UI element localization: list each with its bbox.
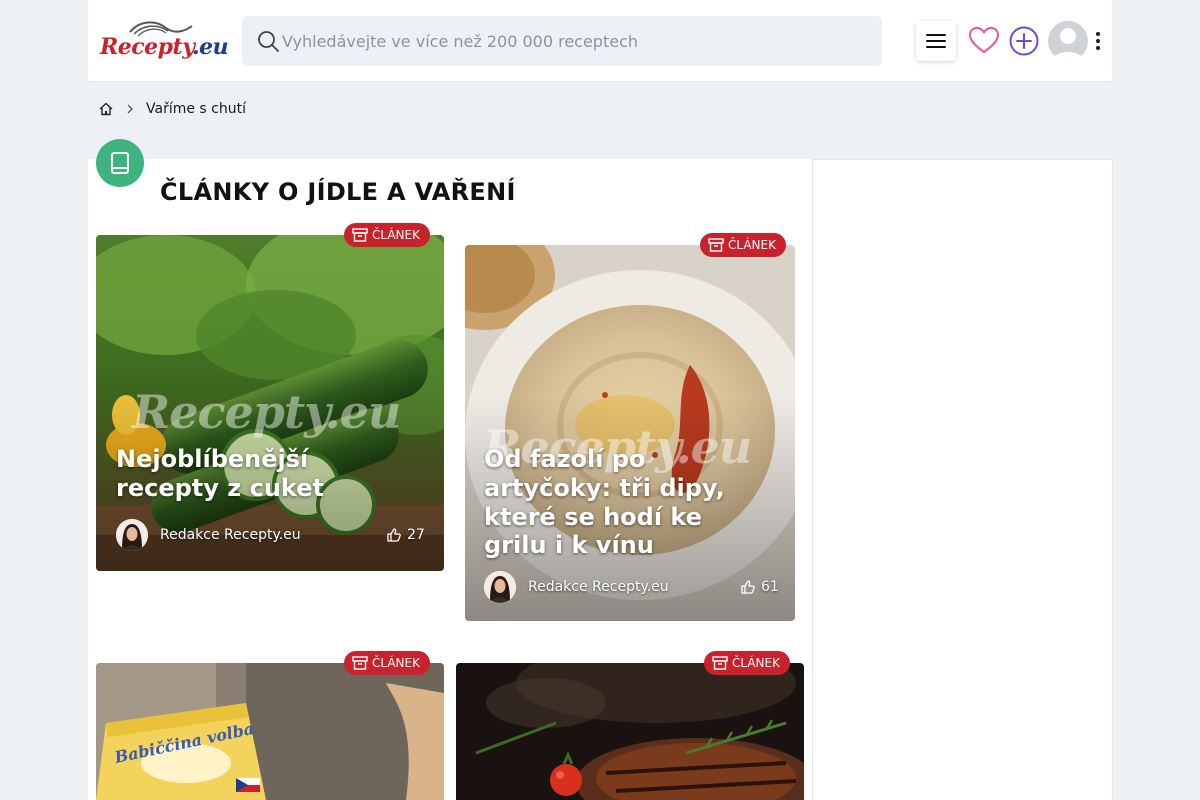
search-input[interactable] xyxy=(282,16,862,66)
heart-icon[interactable] xyxy=(968,25,1000,57)
thumbs-up-icon xyxy=(387,528,401,542)
badge-label: ČLÁNEK xyxy=(372,656,420,670)
article-image-flour: Babiččina volba xyxy=(96,663,444,800)
article-card[interactable]: Babiččina volba xyxy=(96,663,444,800)
likes-count: 27 xyxy=(407,527,425,543)
sidebar xyxy=(812,159,1113,800)
kebab-icon[interactable] xyxy=(1090,29,1106,53)
article-title[interactable]: Od fazolí po artyčoky: tři dipy, které s… xyxy=(484,445,744,560)
article-badge: ČLÁNEK xyxy=(344,651,430,675)
search-bar xyxy=(242,16,882,66)
badge-label: ČLÁNEK xyxy=(732,656,780,670)
menu-icon xyxy=(926,34,946,48)
article-likes[interactable]: 61 xyxy=(740,579,779,595)
search-icon[interactable] xyxy=(256,29,280,53)
author-avatar xyxy=(484,571,516,603)
thumbs-up-icon xyxy=(741,580,755,594)
archive-icon xyxy=(352,656,368,670)
avatar[interactable] xyxy=(1048,21,1088,61)
badge-label: ČLÁNEK xyxy=(372,228,420,242)
badge-label: ČLÁNEK xyxy=(728,238,776,252)
article-image-steak xyxy=(456,663,804,800)
user-avatar-icon xyxy=(1052,28,1084,61)
archive-icon xyxy=(712,656,728,670)
logo-text: Recepty.eu xyxy=(100,34,229,60)
article-card[interactable] xyxy=(456,663,804,800)
plus-icon[interactable] xyxy=(1008,25,1040,57)
article-author: Redakce Recepty.eu xyxy=(484,571,669,603)
section-icon xyxy=(96,139,144,187)
site-logo[interactable]: Recepty.eu xyxy=(100,18,229,64)
article-card[interactable]: Recepty.eu Nejoblíbenější recepty z cuke… xyxy=(96,235,444,571)
archive-icon xyxy=(708,238,724,252)
article-badge: ČLÁNEK xyxy=(344,223,430,247)
author-name[interactable]: Redakce Recepty.eu xyxy=(160,527,301,543)
article-title[interactable]: Nejoblíbenější recepty z cuket xyxy=(116,445,416,503)
book-icon xyxy=(111,152,129,174)
article-badge: ČLÁNEK xyxy=(704,651,790,675)
breadcrumb: Vaříme s chutí xyxy=(98,98,246,120)
breadcrumb-current[interactable]: Vaříme s chutí xyxy=(146,101,246,117)
chevron-right-icon xyxy=(127,104,133,114)
article-badge: ČLÁNEK xyxy=(700,233,786,257)
article-card[interactable]: Recepty.eu Od fazolí po artyčoky: tři di… xyxy=(465,245,795,621)
page-title: ČLÁNKY O JÍDLE A VAŘENÍ xyxy=(160,178,516,206)
article-author: Redakce Recepty.eu xyxy=(116,519,301,551)
home-icon[interactable] xyxy=(98,101,114,117)
menu-button[interactable] xyxy=(916,21,956,61)
author-photo xyxy=(484,571,516,603)
author-photo xyxy=(116,519,148,551)
author-avatar xyxy=(116,519,148,551)
article-likes[interactable]: 27 xyxy=(386,527,425,543)
author-name[interactable]: Redakce Recepty.eu xyxy=(528,579,669,595)
image-watermark: Recepty.eu xyxy=(132,385,401,439)
likes-count: 61 xyxy=(761,579,779,595)
archive-icon xyxy=(352,228,368,242)
site-header: Recepty.eu xyxy=(88,0,1112,82)
